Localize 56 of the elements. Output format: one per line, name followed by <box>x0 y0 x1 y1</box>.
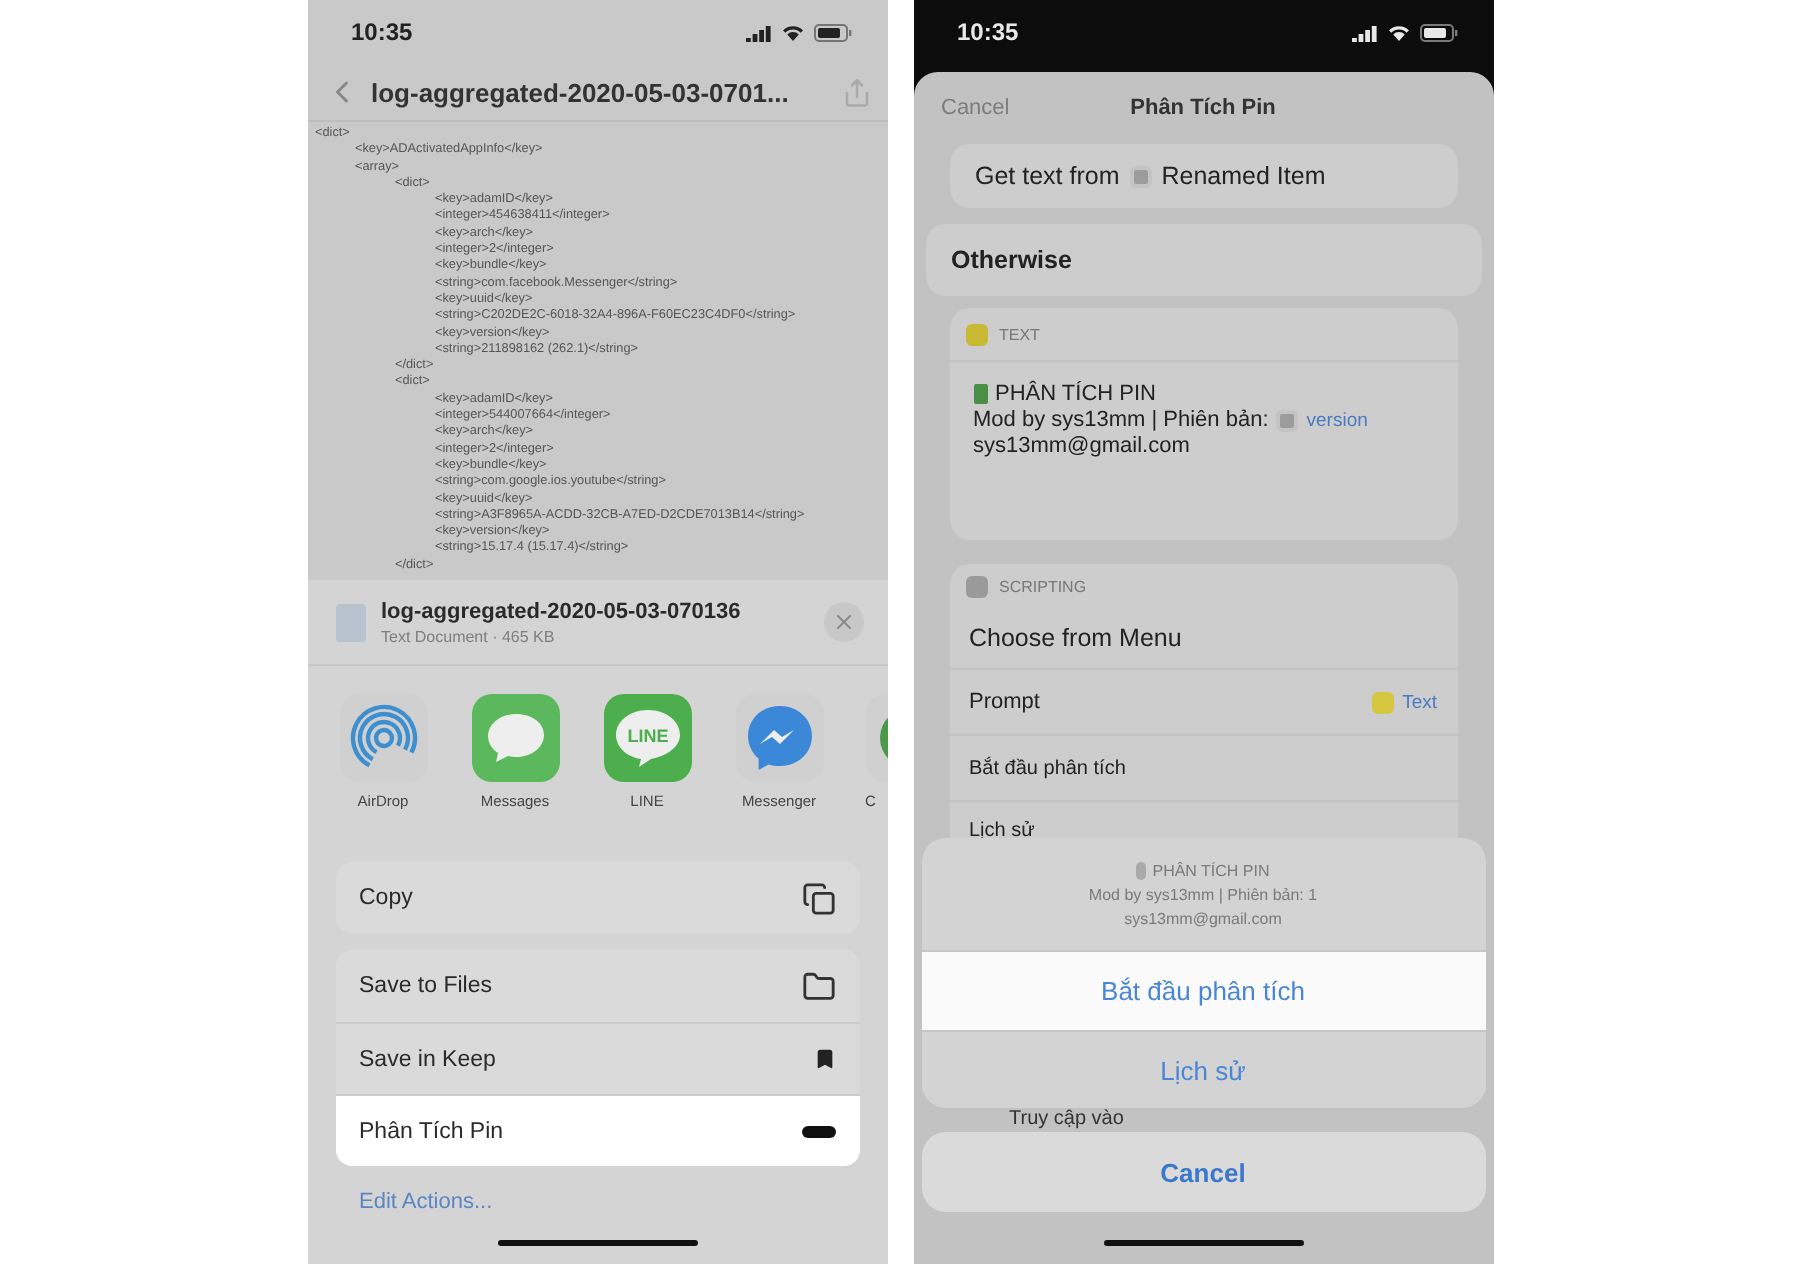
battery-icon <box>1419 23 1457 41</box>
sheet-message: Mod by sys13mm | Phiên bản: 1 <box>1088 885 1318 903</box>
copy-icon <box>801 881 835 915</box>
bookmark-icon <box>813 1048 835 1070</box>
action-label: Get text from <box>975 162 1120 190</box>
messenger-icon <box>743 702 815 774</box>
signal-icon <box>745 23 771 41</box>
scripting-icon <box>965 575 987 597</box>
action-title: Choose from Menu <box>969 624 1182 652</box>
category-label: SCRIPTING <box>999 577 1087 595</box>
edit-actions-link[interactable]: Edit Actions... <box>359 1190 493 1214</box>
airdrop-icon <box>349 704 417 772</box>
cancel-button[interactable]: Cancel <box>921 1132 1485 1212</box>
battery-icon <box>1136 861 1147 879</box>
file-info: Text Document · 465 KB <box>381 627 557 645</box>
folder-icon <box>801 969 835 1003</box>
category-label: TEXT <box>999 325 1040 343</box>
close-icon <box>831 610 855 634</box>
sheet-message: sys13mm@gmail.com <box>1124 909 1282 927</box>
text-line: Mod by sys13mm | Phiên bản: <box>973 408 1269 432</box>
share-icon[interactable] <box>841 77 871 107</box>
cancel-button[interactable]: Cancel <box>941 96 1010 120</box>
share-action[interactable]: Phân Tích Pin <box>335 1094 859 1166</box>
wifi-icon <box>1387 23 1409 41</box>
text-icon <box>965 323 987 345</box>
close-button[interactable] <box>823 602 863 642</box>
wifi-icon <box>781 23 803 41</box>
battery-bar-icon <box>801 1125 835 1137</box>
shortcut-title: Phân Tích Pin <box>1130 96 1276 120</box>
variable-icon <box>1276 409 1299 431</box>
app-button[interactable]: LINE <box>603 694 691 782</box>
sheet-title: PHÂN TÍCH PIN <box>1152 861 1270 879</box>
text-line: sys13mm@gmail.com <box>973 434 1190 458</box>
battery-icon <box>813 23 851 41</box>
prompt-label: Prompt <box>969 690 1040 714</box>
variable-name: Renamed Item <box>1161 162 1326 190</box>
variable-icon <box>1129 165 1152 187</box>
status-time: 10:35 <box>351 18 413 46</box>
text-icon <box>1372 691 1395 713</box>
battery-icon <box>973 384 987 404</box>
app-button[interactable] <box>339 694 427 782</box>
otherwise-label: Otherwise <box>951 246 1072 274</box>
app-button[interactable] <box>735 694 823 782</box>
sheet-option[interactable]: Bắt đầu phân tích <box>921 952 1485 1030</box>
file-name: log-aggregated-2020-05-03-070136 <box>381 599 743 623</box>
prompt-value: Text <box>1402 691 1437 713</box>
status-time: 10:35 <box>957 18 1019 46</box>
document-icon <box>335 603 365 641</box>
signal-icon <box>1351 23 1377 41</box>
variable-name: version <box>1306 409 1368 431</box>
sheet-option[interactable]: Lịch sử <box>921 1030 1485 1108</box>
document-title: log-aggregated-2020-05-03-0701... <box>371 77 791 107</box>
line-logo-icon: LINE <box>613 708 681 768</box>
app-button[interactable] <box>471 694 559 782</box>
speech-bubble-icon <box>485 712 545 764</box>
text-line: PHÂN TÍCH PIN <box>995 382 1156 406</box>
